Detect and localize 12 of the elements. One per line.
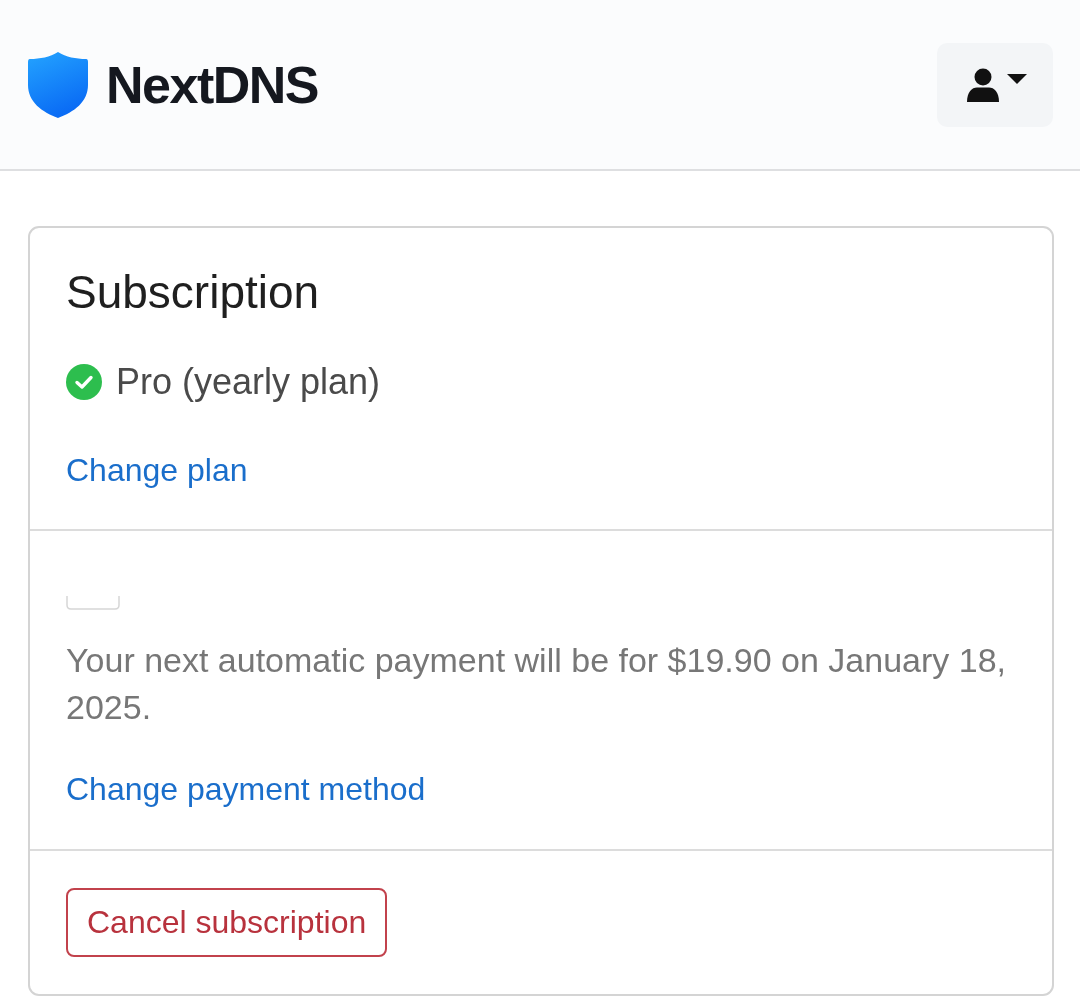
user-icon bbox=[967, 67, 999, 102]
section-title: Subscription bbox=[66, 265, 320, 320]
caret-icon bbox=[1007, 73, 1027, 84]
cancel-subscription-button[interactable]: Cancel subscription bbox=[66, 888, 388, 957]
user-menu-button[interactable] bbox=[937, 42, 1053, 127]
change-payment-method-link[interactable]: Change payment method bbox=[66, 767, 426, 811]
logo-text: NextDNS bbox=[106, 54, 318, 115]
plan-name: Pro (yearly plan) bbox=[116, 361, 381, 403]
next-payment-text: Your next automatic payment will be for $19.90 on January 18, 2025. bbox=[66, 640, 1006, 728]
change-plan-link[interactable]: Change plan bbox=[66, 448, 248, 492]
card-outline-icon bbox=[66, 596, 120, 610]
shield-logo-icon bbox=[28, 51, 88, 118]
